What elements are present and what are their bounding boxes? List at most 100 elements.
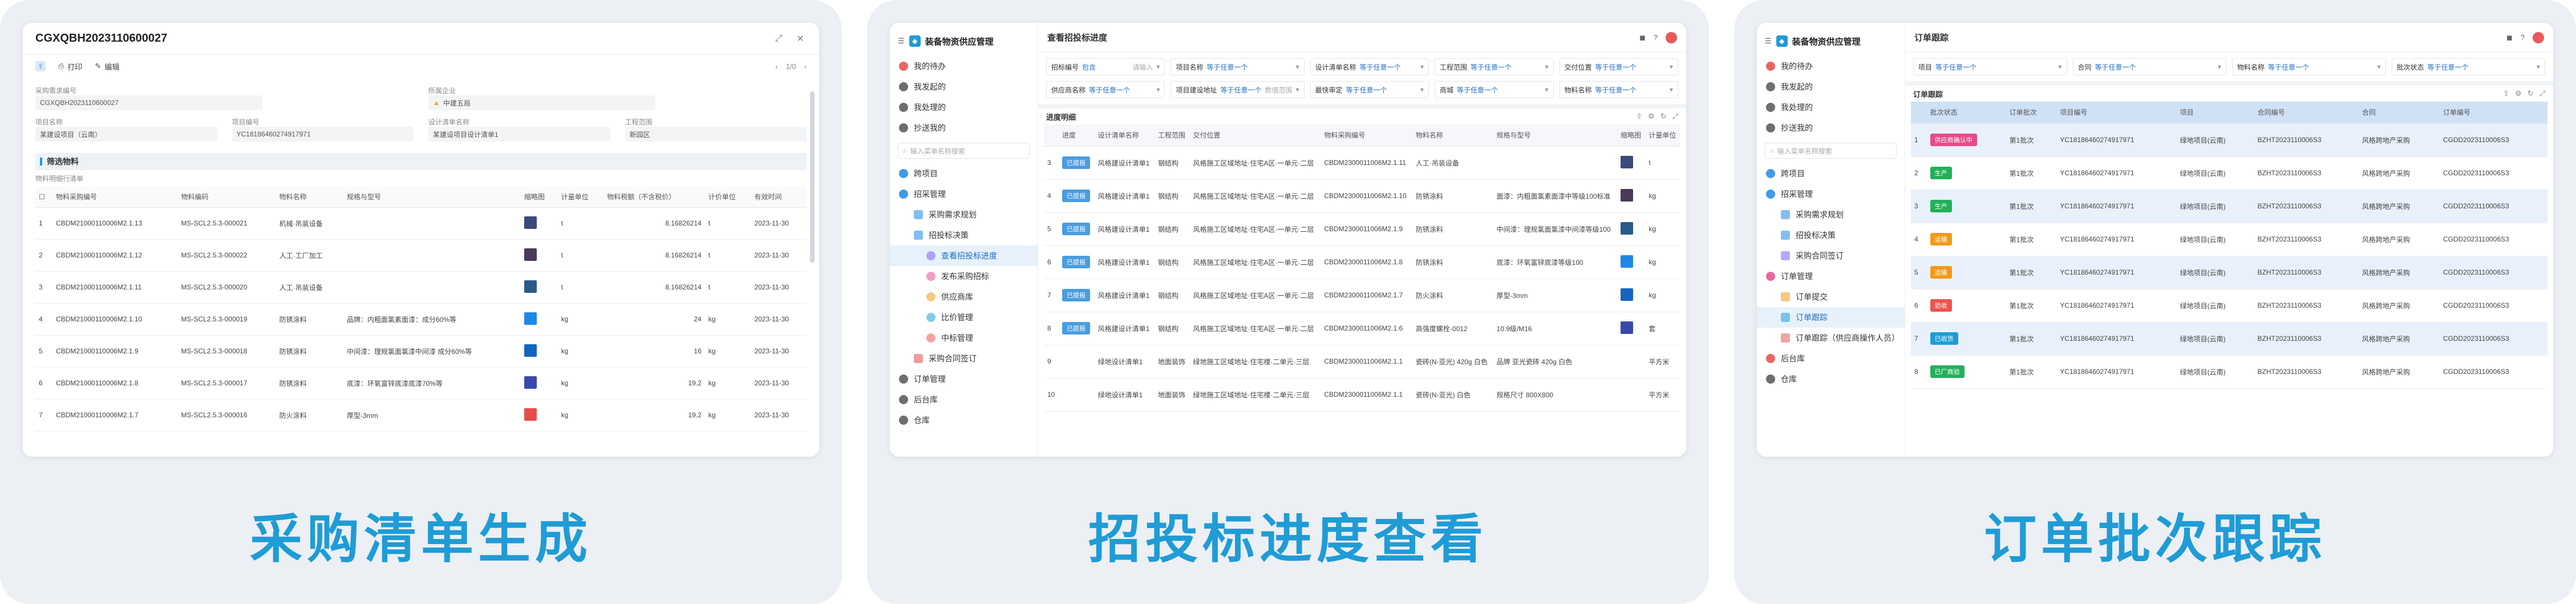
filter-field[interactable]: 设计清单名称 等于任意一个 ▾ [1310,58,1429,75]
table-row[interactable]: 2 生产 第1批次 YC18186460274917971 绿地项目(云南) BZHT20… [1911,156,2547,190]
sidebar-item[interactable]: 我发起的 [1757,76,1905,97]
table-row[interactable]: 5 已提报 风格建设计清单1 钢结构 风格施工区域地址·住宅A区·一单元·二层 CBDM2… [1044,212,1680,246]
sidebar-item[interactable]: 采购合同签订 [890,348,1038,369]
field-project-no[interactable]: YC18186460274917971 [232,127,414,142]
sidebar-item[interactable]: 供应商库 [890,287,1038,307]
column-header[interactable]: 物料编码 [177,187,276,208]
filter-operator[interactable]: 等于任意一个 [1595,85,1637,95]
sidebar-item[interactable]: 订单管理 [890,369,1038,389]
table-row[interactable]: 10 绿地设计清单1 地面装饰 绿地施工区域地址·住宅楼·二单元·三层 CBDM2300… [1044,378,1680,412]
settings-icon[interactable]: ⚙ [2515,89,2522,98]
sidebar-item[interactable]: 招投标决策 [890,225,1038,245]
filter-field[interactable]: 项目建设地址 等于任意一个 数值范围 ▾ [1170,81,1305,98]
sidebar-item[interactable]: 采购合同签订 [1757,245,1905,266]
filter-operator[interactable]: 等于任意一个 [1595,62,1637,72]
thumbnail-image[interactable] [1621,321,1634,334]
filter-operator[interactable]: 等于任意一个 [1935,62,1976,72]
column-header[interactable]: 有效时间 [751,187,807,208]
sidebar-item[interactable]: 仓库 [890,410,1038,430]
column-header[interactable]: 合同编号 [2254,102,2359,124]
thumbnail-image[interactable] [1621,188,1634,202]
table-row[interactable]: 3 生产 第1批次 YC18186460274917971 绿地项目(云南) BZHT20… [1911,190,2547,223]
filter-operator[interactable]: 等于任意一个 [2428,62,2469,72]
filter-operator[interactable]: 等于任意一个 [1346,85,1387,95]
avatar[interactable] [1666,31,1677,43]
filter-operator[interactable]: 等于任意一个 [1360,62,1401,72]
thumbnail-image[interactable] [1621,155,1634,168]
filter-field[interactable]: 工程范围 等于任意一个 ▾ [1435,58,1554,75]
refresh-icon[interactable]: ↻ [1660,112,1667,121]
table-row[interactable]: 7 CBDM21000110006M2.1.7 MS-SCL2.5.3-000016… [35,399,807,432]
filter-field[interactable]: 物料名称 等于任意一个 ▾ [2232,58,2386,75]
bell-icon[interactable]: ◼ [1639,33,1646,42]
column-header[interactable]: 物料采购编号 [1321,124,1412,147]
table-row[interactable]: 7 已收货 第1批次 YC18186460274917971 绿地项目(云南) BZHT2… [1911,322,2547,356]
settings-icon[interactable]: ⚙ [1648,112,1655,121]
sidebar-item[interactable]: 订单跟踪 [1757,307,1905,328]
thumbnail-image[interactable] [524,216,537,229]
table-row[interactable]: 6 已提报 风格建设计清单1 钢结构 风格施工区域地址·住宅A区·一单元·二层 CBDM2… [1044,245,1680,279]
menu-search-input[interactable]: ⌕ 输入菜单名称搜索 [1765,143,1897,159]
thumbnail-image[interactable] [524,312,537,325]
sidebar-item[interactable]: 后台库 [890,389,1038,410]
filter-operator[interactable]: 等于任意一个 [1089,85,1130,95]
column-header[interactable] [1044,124,1059,147]
filter-operator[interactable]: 等于任意一个 [1471,62,1512,72]
column-header[interactable]: 项目编号 [2056,102,2177,124]
filter-field[interactable]: 物料名称 等于任意一个 ▾ [1559,81,1678,98]
sidebar-item[interactable]: 跨项目 [1757,163,1905,184]
sidebar-item[interactable]: 采购需求规划 [1757,204,1905,225]
vertical-scrollbar[interactable] [810,91,815,263]
field-project-name[interactable]: 某建设项目（云南） [35,127,217,142]
filter-field[interactable]: 项目名称 等于任意一个 ▾ [1170,58,1305,75]
upload-icon[interactable]: ⇧ [1636,112,1642,121]
sidebar-item[interactable]: 中标管理 [890,328,1038,348]
help-icon[interactable]: ? [1654,33,1658,42]
refresh-icon[interactable]: ↻ [2528,89,2534,98]
table-row[interactable]: 5 CBDM21000110006M2.1.9 MS-SCL2.5.3-000018… [35,335,807,368]
column-header[interactable]: 工程范围 [1154,124,1190,147]
menu-icon[interactable]: ☰ [1765,37,1772,46]
filter-field[interactable]: 项目 等于任意一个 ▾ [1913,58,2067,75]
table-row[interactable]: 1 供应商确认中 第1批次 YC18186460274917971 绿地项目(云南) BZ… [1911,123,2547,157]
sidebar-item[interactable]: 我处理的 [890,97,1038,118]
column-header[interactable]: 物料采购编号 [52,187,178,208]
column-header[interactable]: 缩略图 [1617,124,1646,147]
sidebar-item[interactable]: 招采管理 [1757,184,1905,204]
thumbnail-image[interactable] [524,344,537,357]
filter-operator[interactable]: 等于任意一个 [1206,62,1248,72]
column-header[interactable]: 订单编号 [2439,102,2547,124]
sidebar-item[interactable]: 抄送我的 [890,118,1038,138]
column-header[interactable]: 计价单位 [704,187,751,208]
filter-value[interactable]: 数值范围 [1265,85,1293,95]
sidebar-item[interactable]: 招投标决策 [1757,225,1905,245]
section-filter-materials[interactable]: 筛选物料 [35,153,807,170]
sidebar-item[interactable]: 采购需求规划 [890,204,1038,225]
col-check[interactable]: ☐ [35,187,52,208]
filter-operator[interactable]: 等于任意一个 [2095,62,2136,72]
filter-field[interactable]: 合同 等于任意一个 ▾ [2072,58,2226,75]
fullscreen-icon[interactable]: ⤢ [2539,89,2545,98]
print-button[interactable]: ⎙ 打印 [58,61,82,72]
filter-operator[interactable]: 等于任意一个 [1220,85,1261,95]
sidebar-item[interactable]: 订单管理 [1757,266,1905,287]
help-icon[interactable]: ? [2521,33,2525,42]
sidebar-item[interactable]: 仓库 [1757,369,1905,389]
filter-field[interactable]: 最快审定 等于任意一个 ▾ [1310,81,1429,98]
column-header[interactable]: 物料名称 [276,187,343,208]
sidebar-item[interactable]: 抄送我的 [1757,118,1905,138]
filter-field[interactable]: 供应商名称 等于任意一个 ▾ [1046,81,1165,98]
column-header[interactable]: 规格与型号 [1493,124,1618,147]
table-row[interactable]: 5 运输 第1批次 YC18186460274917971 绿地项目(云南) BZHT20… [1911,256,2547,289]
sidebar-item[interactable]: 订单跟踪（供应商操作人员） [1757,328,1905,348]
edit-button[interactable]: ✎ 编辑 [95,61,119,72]
sidebar-item[interactable]: 跨项目 [890,163,1038,184]
thumbnail-image[interactable] [524,408,537,421]
column-header[interactable]: 计量单位 [557,187,604,208]
table-row[interactable]: 4 运输 第1批次 YC18186460274917971 绿地项目(云南) BZHT20… [1911,223,2547,256]
table-row[interactable]: 8 已厂商验 第1批次 YC18186460274917971 绿地项目(云南) BZHT… [1911,355,2547,389]
table-row[interactable]: 9 绿地设计清单1 地面装饰 绿地施工区域地址·住宅楼·二单元·三层 CBDM23000… [1044,345,1680,378]
sidebar-item[interactable]: 查看招投标进度 [890,245,1038,266]
filter-operator[interactable]: 等于任意一个 [2268,62,2309,72]
avatar[interactable] [2533,31,2544,43]
